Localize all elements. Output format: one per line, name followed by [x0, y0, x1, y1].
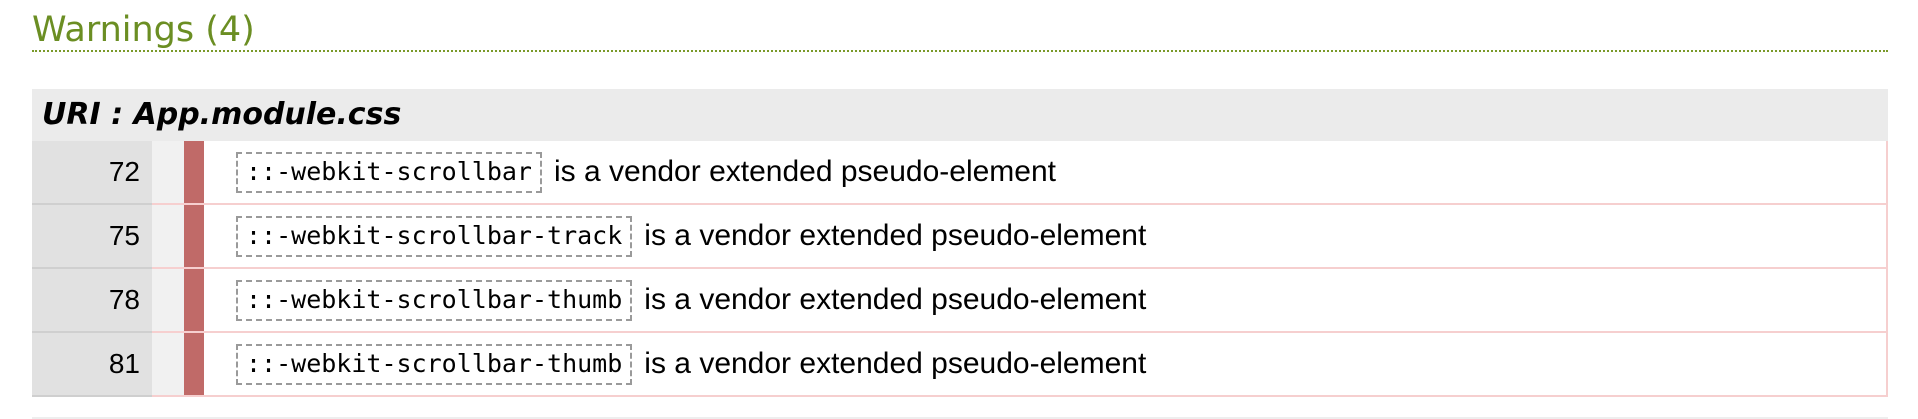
message-text: is a vendor extended pseudo-element: [644, 283, 1147, 316]
code-snippet: ::-webkit-scrollbar-thumb: [236, 343, 633, 385]
warning-message: ::-webkit-scrollbar-track is a vendor ex…: [204, 205, 1886, 267]
line-number: 75: [32, 205, 152, 269]
warnings-heading: Warnings (4): [32, 8, 1888, 52]
warning-severity-marker: [184, 333, 204, 395]
warning-row: 81 ::-webkit-scrollbar-thumb is a vendor…: [32, 333, 1888, 397]
warning-message: ::-webkit-scrollbar-thumb is a vendor ex…: [204, 269, 1886, 331]
uri-header: URI : App.module.css: [32, 89, 1888, 141]
line-number: 81: [32, 333, 152, 397]
warning-message: ::-webkit-scrollbar is a vendor extended…: [204, 141, 1886, 203]
code-snippet: ::-webkit-scrollbar-track: [236, 215, 633, 257]
warning-row: 78 ::-webkit-scrollbar-thumb is a vendor…: [32, 269, 1888, 333]
message-text: is a vendor extended pseudo-element: [644, 219, 1147, 252]
code-snippet: ::-webkit-scrollbar: [236, 151, 542, 193]
row-gutter: [152, 141, 184, 203]
warning-severity-marker: [184, 141, 204, 203]
message-text: is a vendor extended pseudo-element: [644, 347, 1147, 380]
row-gutter: [152, 333, 184, 395]
warning-severity-marker: [184, 269, 204, 331]
line-number: 72: [32, 141, 152, 205]
warning-row: 72 ::-webkit-scrollbar is a vendor exten…: [32, 141, 1888, 205]
line-number: 78: [32, 269, 152, 333]
warnings-title: Warnings (4): [32, 10, 255, 50]
warning-severity-marker: [184, 205, 204, 267]
warnings-table: URI : App.module.css 72 ::-webkit-scroll…: [32, 89, 1888, 397]
row-gutter: [152, 269, 184, 331]
message-text: is a vendor extended pseudo-element: [553, 155, 1056, 188]
code-snippet: ::-webkit-scrollbar-thumb: [236, 279, 633, 321]
row-gutter: [152, 205, 184, 267]
warning-message: ::-webkit-scrollbar-thumb is a vendor ex…: [204, 333, 1886, 395]
warning-row: 75 ::-webkit-scrollbar-track is a vendor…: [32, 205, 1888, 269]
